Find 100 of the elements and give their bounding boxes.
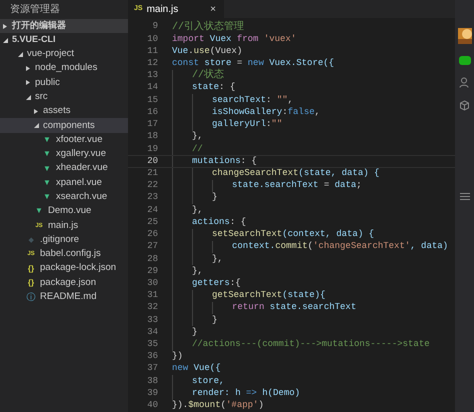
tree-item[interactable]: ▼ xsearch.vue: [0, 190, 128, 204]
code-line: }: [212, 314, 218, 327]
code-line: getSearchText(state){: [212, 289, 326, 302]
code-line: state.searchText = data;: [232, 179, 362, 192]
caret-right-icon: [26, 66, 31, 71]
code-line: //: [192, 142, 203, 156]
tree-item[interactable]: {} package-lock.json: [0, 261, 128, 276]
line-number: 22: [146, 179, 159, 192]
line-number: 29: [146, 264, 159, 278]
tree-item[interactable]: public: [0, 76, 128, 90]
tree-item[interactable]: ▼ Demo.vue: [0, 204, 128, 219]
code-line: }: [192, 326, 198, 339]
tree-item[interactable]: ▼ xgallery.vue: [0, 147, 128, 162]
code-line: //引入状态管理: [172, 20, 244, 34]
code-line: },: [192, 264, 203, 278]
tree-item[interactable]: {} package.json: [0, 276, 128, 290]
line-number: 23: [146, 191, 159, 204]
chat-icon[interactable]: [458, 56, 470, 65]
vue-logo-icon: ▼: [42, 164, 52, 173]
code-line: store,: [192, 374, 224, 388]
code-line: galleryUrl:"": [212, 118, 282, 132]
code-line: isShowGallery:false,: [212, 106, 320, 119]
code-line: searchText: "",: [212, 94, 294, 107]
code-line: const store = new Vuex.Store({: [172, 57, 334, 68]
vue-logo-icon: ▼: [42, 150, 52, 158]
line-number: 33: [146, 314, 159, 327]
braces-icon: {}: [26, 278, 36, 287]
caret-right-icon: [34, 108, 39, 114]
code-line: new Vue({: [172, 362, 221, 376]
line-number: 19: [146, 142, 159, 156]
tree-item[interactable]: ▼ xfooter.vue: [0, 132, 128, 148]
code-line: actions: {: [192, 216, 246, 229]
line-number: 16: [146, 106, 159, 119]
line-number: 21: [146, 166, 159, 180]
code-line: }: [212, 191, 218, 204]
code-line: }).$mount('#app'): [172, 399, 264, 412]
caret-right-icon: [3, 24, 8, 28]
section-header[interactable]: 打开的编辑器: [0, 19, 128, 33]
code-line: state: {: [192, 81, 236, 94]
code-line: return state.searchText: [232, 301, 356, 314]
caret-down-icon: [3, 38, 8, 42]
line-number: 32: [146, 301, 159, 314]
code-line: Vue.use(Vuex): [172, 44, 242, 58]
line-number: 9: [152, 20, 159, 34]
tree-item[interactable]: components: [0, 118, 128, 133]
line-number: 17: [146, 118, 159, 132]
vue-logo-icon: ▼: [42, 178, 52, 187]
line-number: 12: [146, 57, 159, 70]
line-number: 18: [146, 130, 159, 144]
line-number: 14: [146, 81, 159, 94]
tree-item[interactable]: ▼ xheader.vue: [0, 161, 128, 176]
code-line: setSearchText(context, data) {: [212, 228, 374, 242]
line-number: 15: [146, 94, 159, 107]
tree-item[interactable]: assets: [0, 104, 128, 118]
code-line: },: [212, 252, 223, 266]
cube-icon[interactable]: [459, 100, 470, 111]
line-number: 26: [146, 228, 159, 242]
code-line: render: h => h(Demo): [192, 386, 300, 400]
tree-item[interactable]: src: [0, 90, 128, 104]
line-number: 40: [146, 399, 159, 412]
code-line: },: [192, 204, 203, 217]
line-number: 13: [146, 69, 159, 82]
line-number: 38: [146, 374, 159, 388]
vue-logo-icon: ▼: [34, 207, 44, 216]
line-number: 20: [146, 154, 159, 168]
line-number: 36: [146, 350, 159, 364]
code-line: },: [192, 130, 203, 144]
line-number: 27: [146, 240, 159, 254]
line-number: 25: [146, 216, 159, 229]
line-number: 35: [146, 338, 159, 352]
code-line: }): [172, 350, 183, 364]
code-line: //状态: [192, 68, 224, 83]
caret-right-icon: [26, 80, 31, 86]
code-line: getters:{: [192, 276, 241, 290]
caret-down-icon: [18, 52, 23, 57]
braces-icon: {}: [26, 264, 36, 273]
line-number: 28: [146, 252, 159, 266]
line-number: 10: [146, 32, 159, 46]
line-number: 30: [146, 276, 159, 290]
line-number: 11: [146, 44, 159, 58]
panel-title: 资源管理器: [9, 3, 61, 17]
code-line: //actions---(commit)--->mutations----->state: [192, 338, 430, 352]
person-icon[interactable]: [459, 77, 470, 88]
line-number: 24: [146, 204, 159, 217]
code-line: context.commit('changeSearchText', data): [232, 240, 448, 254]
line-number: 37: [146, 362, 159, 376]
caret-down-icon: [26, 94, 31, 100]
tab-label: main.js: [146, 2, 178, 16]
line-number: 39: [146, 386, 159, 400]
vue-logo-icon: ▼: [42, 136, 52, 144]
close-icon[interactable]: ×: [210, 2, 216, 16]
caret-down-icon: [34, 123, 39, 128]
tree-item[interactable]: vue-project: [0, 47, 128, 62]
tree-item[interactable]: ⓘ README.md: [0, 290, 128, 304]
section-header[interactable]: 5.VUE-CLI: [0, 33, 128, 47]
menu-icon[interactable]: [460, 193, 470, 200]
tree-item[interactable]: ▼ xpanel.vue: [0, 176, 128, 190]
line-number: 34: [146, 326, 159, 339]
code-line: mutations: {: [192, 154, 257, 168]
tree-item[interactable]: node_modules: [0, 61, 128, 76]
